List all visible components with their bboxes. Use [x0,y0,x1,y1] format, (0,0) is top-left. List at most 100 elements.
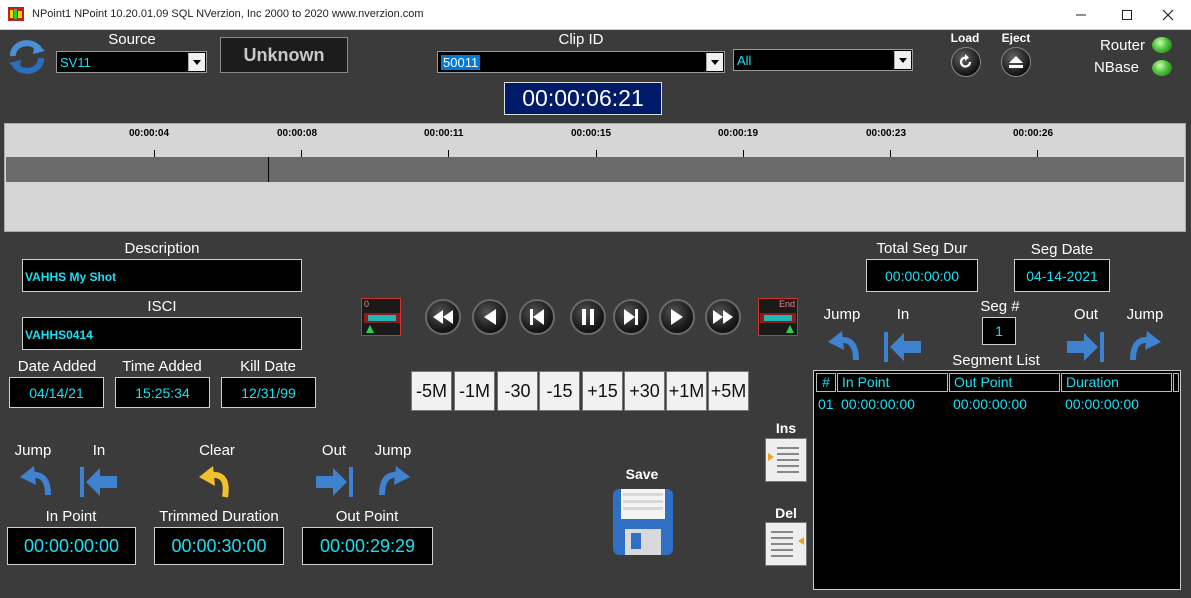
fast-rewind-button[interactable] [425,299,461,335]
kill-date-field[interactable]: 12/31/99 [221,377,316,408]
step-plus-15-button[interactable]: +15 [582,371,623,411]
seg-jump-to-out-button[interactable] [1127,330,1163,364]
trimmed-duration-field[interactable]: 00:00:30:00 [154,527,284,565]
seg-set-out-button[interactable] [1067,330,1105,364]
timeline-tick [890,150,891,157]
app-icon [8,7,24,21]
eject-button[interactable] [1001,47,1031,77]
jump-back-icon [20,466,51,496]
segment-col-number[interactable]: # [816,373,836,392]
save-button[interactable] [611,487,675,562]
step-forward-button[interactable] [613,299,649,335]
isci-field[interactable]: VAHHS0414 [22,317,302,350]
time-added-field[interactable]: 15:25:34 [115,377,210,408]
fast-forward-button[interactable] [705,299,741,335]
load-button[interactable] [951,47,981,77]
chevron-down-icon[interactable] [706,53,723,71]
play-button[interactable] [659,299,695,335]
save-label: Save [625,466,659,482]
chevron-down-icon[interactable] [894,51,911,69]
description-label: Description [124,240,200,257]
in-point-field[interactable]: 00:00:00:00 [7,527,136,565]
load-label: Load [950,31,980,45]
set-in-icon [80,467,117,497]
go-to-end-button[interactable]: End [758,298,798,336]
set-out-icon [316,467,353,497]
segment-row-number[interactable]: 01 [818,396,834,412]
insert-segment-button[interactable] [765,438,807,482]
step-plus-30-button[interactable]: +30 [624,371,665,411]
total-seg-dur-label: Total Seg Dur [876,240,968,257]
delete-label: Del [775,505,797,521]
step-minus-30-button[interactable]: -30 [497,371,538,411]
maximize-button[interactable] [1104,0,1150,29]
segment-row-duration[interactable]: 00:00:00:00 [1065,396,1139,412]
step-back-button[interactable] [519,299,555,335]
step-forward-icon [624,309,638,325]
seg-jump-in-label: Jump [823,306,861,323]
timeline-playhead[interactable] [268,157,269,182]
start-marker-label: 0 [364,299,370,309]
minimize-icon [1076,14,1086,15]
segment-col-out-point[interactable]: Out Point [949,373,1060,392]
filter-dropdown[interactable]: All [733,49,913,71]
close-button[interactable] [1145,0,1191,29]
play-reverse-icon [484,309,496,325]
out-point-label: Out Point [335,508,399,525]
insert-icon [768,447,799,473]
kill-date-label: Kill Date [240,358,296,375]
date-added-label: Date Added [17,358,97,375]
step-plus-5m-button[interactable]: +5M [708,371,749,411]
refresh-icon[interactable] [7,40,47,79]
in-point-label: In Point [45,508,97,525]
seg-in-label: In [896,306,910,323]
clear-label: Clear [199,442,235,459]
step-minus-1m-button[interactable]: -1M [454,371,495,411]
delete-segment-button[interactable] [765,522,807,566]
timeline-tick-label: 00:00:23 [866,128,907,139]
timeline-tick [448,150,449,157]
segment-row-out-point[interactable]: 00:00:00:00 [953,396,1027,412]
undo-icon [199,466,229,498]
minimize-button[interactable] [1058,0,1104,29]
seg-date-field[interactable]: 04-14-2021 [1014,259,1110,292]
clip-id-dropdown[interactable]: 50011 [437,51,725,73]
segment-col-duration[interactable]: Duration [1061,373,1172,392]
fast-rewind-icon [433,310,453,324]
step-minus-5m-button[interactable]: -5M [411,371,452,411]
seg-jump-out-label: Jump [1126,306,1164,323]
jump-back-icon [828,331,859,361]
play-icon [671,309,683,325]
jump-to-in-button[interactable] [18,465,54,499]
step-minus-15-button[interactable]: -15 [539,371,580,411]
jump-to-out-button[interactable] [376,465,412,499]
timeline-tick-label: 00:00:15 [571,128,612,139]
segment-row-in-point[interactable]: 00:00:00:00 [841,396,915,412]
jump-forward-icon [379,466,410,496]
segment-col-in-point[interactable]: In Point [837,373,948,392]
isci-value: VAHHS0414 [25,328,93,342]
seg-date-label: Seg Date [1030,241,1094,258]
seg-jump-to-in-button[interactable] [826,330,862,364]
source-dropdown[interactable]: SV11 [56,51,207,73]
jump-out-label: Jump [374,442,412,459]
set-in-button[interactable] [80,465,118,499]
description-field[interactable]: VAHHS My Shot [22,259,302,292]
step-plus-1m-button[interactable]: +1M [666,371,707,411]
date-added-field[interactable]: 04/14/21 [9,377,104,408]
timeline-tick-label: 00:00:19 [718,128,759,139]
rewind-button[interactable] [472,299,508,335]
time-added-label: Time Added [122,358,202,375]
go-to-start-button[interactable]: 0 [361,298,401,336]
clear-button[interactable] [197,465,233,499]
description-value: VAHHS My Shot [25,270,117,284]
set-out-button[interactable] [316,465,354,499]
seg-number-field[interactable]: 1 [982,317,1016,345]
window-title: NPoint1 NPoint 10.20.01.09 SQL NVerzion,… [32,8,424,20]
seg-set-in-button[interactable] [884,330,922,364]
timeline-track[interactable] [6,157,1184,182]
timeline-tick-label: 00:00:04 [129,128,170,139]
chevron-down-icon[interactable] [188,53,205,71]
pause-button[interactable] [570,299,606,335]
out-point-field[interactable]: 00:00:29:29 [302,527,433,565]
